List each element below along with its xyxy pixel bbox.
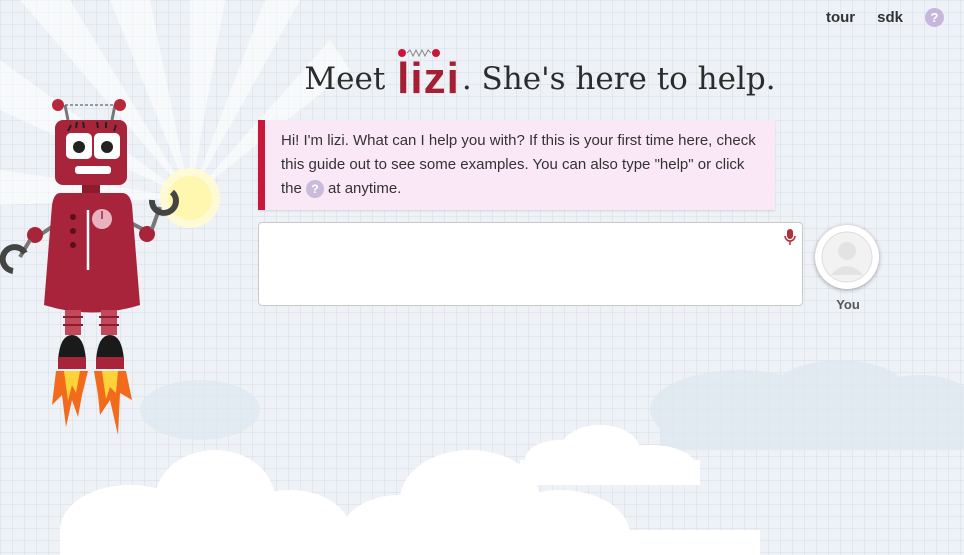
title-prefix: Meet [304,61,386,97]
logo-text: lizi [397,54,460,103]
chat-input[interactable] [258,222,803,306]
bot-message-text-after: at anytime. [328,180,402,197]
robot-mascot [0,99,179,435]
help-icon[interactable]: ? [925,8,944,27]
title-period: . [461,61,472,97]
page-title: Meet lizi . She's here to help. [0,48,964,103]
user-avatar [815,225,879,289]
top-nav: tour sdk ? [826,8,944,27]
lizi-logo: lizi [395,48,462,104]
bot-message-bubble: Hi! I'm lizi. What can I help you with? … [258,120,775,210]
user-label: You [836,297,860,312]
title-suffix: She's here to help. [481,61,776,97]
tour-link[interactable]: tour [826,9,855,26]
logo-antenna-icon [398,48,441,58]
microphone-icon[interactable] [784,228,796,246]
sdk-link[interactable]: sdk [877,9,903,26]
inline-help-icon[interactable]: ? [306,180,325,199]
person-silhouette-icon [821,231,873,283]
